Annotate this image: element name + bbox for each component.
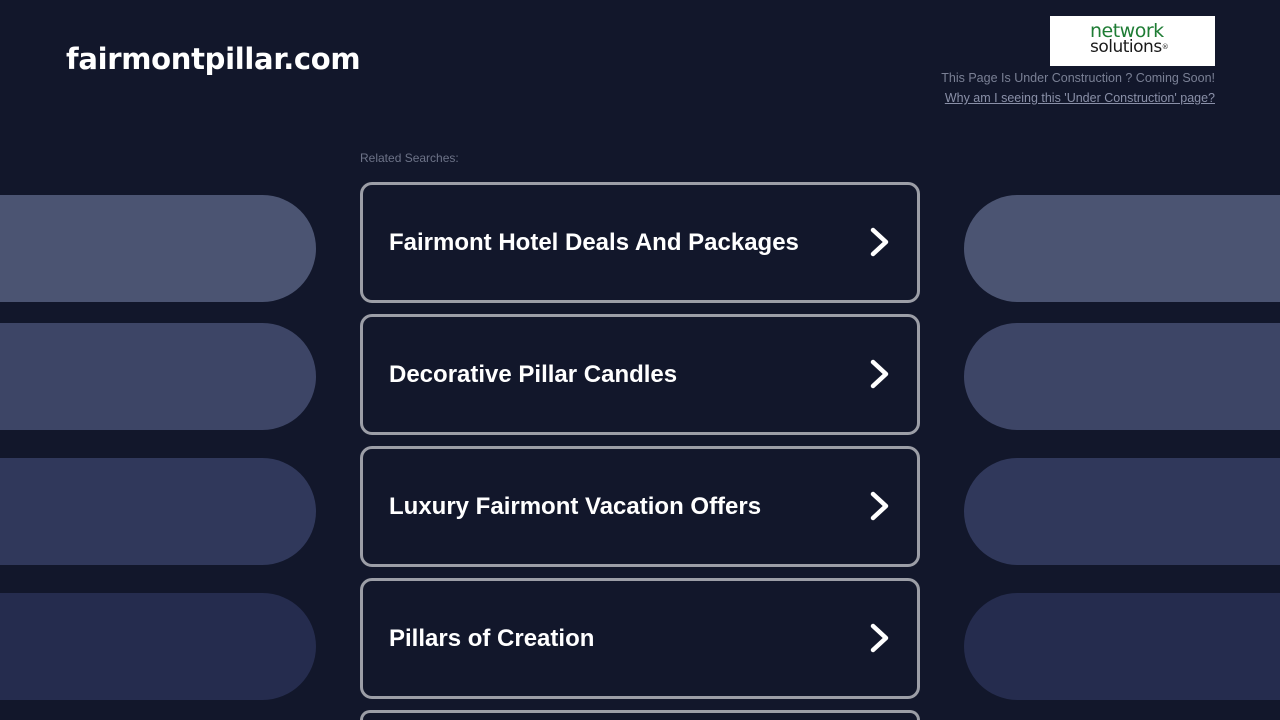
decorative-pill-left-2 — [0, 323, 316, 430]
chevron-right-icon — [870, 491, 889, 521]
registered-mark: ® — [1161, 43, 1169, 51]
under-construction-text: This Page Is Under Construction ? Coming… — [941, 71, 1215, 85]
decorative-pill-left-3 — [0, 458, 316, 565]
network-solutions-logo[interactable]: network solutions® — [1050, 16, 1215, 66]
decorative-pill-right-1 — [964, 195, 1280, 302]
related-search-label: Luxury Fairmont Vacation Offers — [389, 493, 762, 520]
decorative-pill-right-4 — [964, 593, 1280, 700]
related-search-link-4[interactable]: Pillars of Creation — [360, 578, 920, 699]
related-search-label: Decorative Pillar Candles — [389, 361, 678, 388]
decorative-pill-right-3 — [964, 458, 1280, 565]
related-search-label: Fairmont Hotel Deals And Packages — [389, 229, 799, 256]
chevron-right-icon — [870, 227, 889, 257]
chevron-right-icon — [870, 623, 889, 653]
related-search-link-5-partial[interactable] — [360, 710, 920, 720]
related-search-label: Pillars of Creation — [389, 625, 595, 652]
related-searches-label: Related Searches: — [360, 151, 459, 165]
decorative-pill-left-1 — [0, 195, 316, 302]
related-search-link-3[interactable]: Luxury Fairmont Vacation Offers — [360, 446, 920, 567]
chevron-right-icon — [870, 359, 889, 389]
domain-title: fairmontpillar.com — [66, 42, 361, 76]
logo-line-solutions: solutions — [1090, 37, 1162, 57]
related-search-link-1[interactable]: Fairmont Hotel Deals And Packages — [360, 182, 920, 303]
decorative-pill-left-4 — [0, 593, 316, 700]
decorative-pill-right-2 — [964, 323, 1280, 430]
related-search-link-2[interactable]: Decorative Pillar Candles — [360, 314, 920, 435]
parked-page: fairmontpillar.com network solutions® Th… — [0, 0, 1280, 720]
why-under-construction-link[interactable]: Why am I seeing this 'Under Construction… — [945, 91, 1215, 105]
